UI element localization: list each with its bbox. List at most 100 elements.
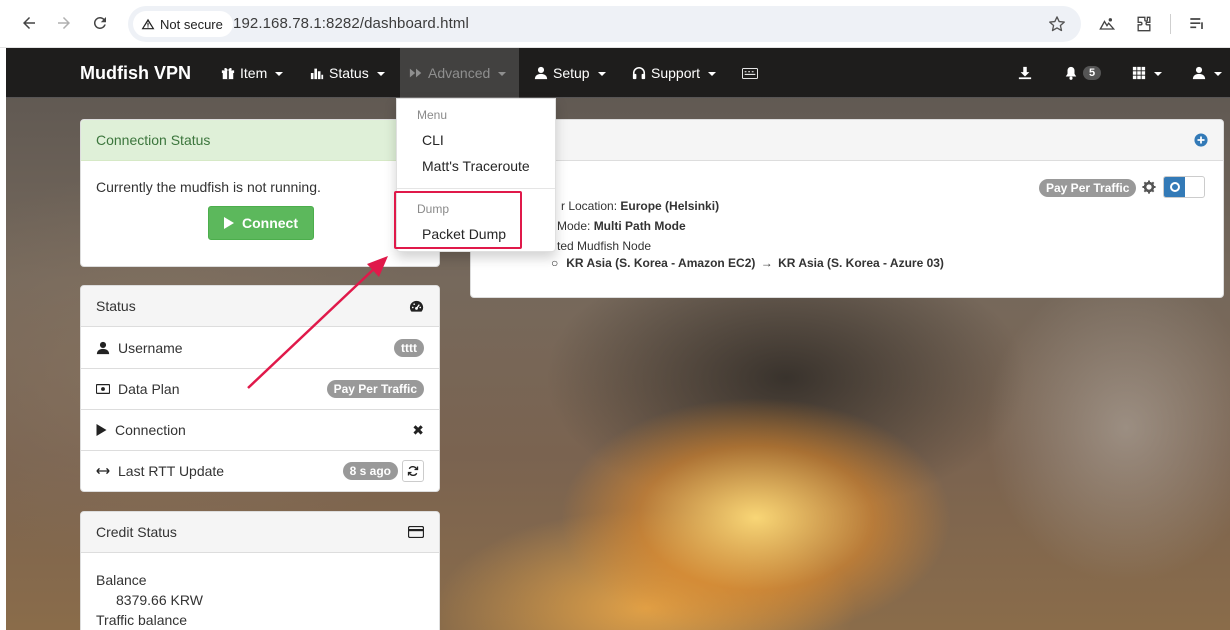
node-to: KR Asia (S. Korea - Azure 03) bbox=[778, 256, 944, 270]
security-chip[interactable]: Not secure bbox=[133, 11, 233, 37]
extensions-puzzle-icon[interactable] bbox=[1133, 13, 1155, 35]
brand-logo[interactable]: Mudfish VPN bbox=[80, 63, 191, 84]
play-icon bbox=[96, 424, 107, 436]
warning-icon bbox=[141, 18, 155, 30]
download-icon bbox=[1018, 66, 1032, 80]
nav-download-button[interactable] bbox=[1010, 48, 1040, 98]
toolbar-separator bbox=[1170, 14, 1171, 34]
route-toggle-switch[interactable] bbox=[1163, 176, 1205, 198]
security-label: Not secure bbox=[160, 16, 223, 32]
address-bar[interactable]: Not secure 192.168.78.1:8282/dashboard.h… bbox=[128, 6, 1081, 42]
status-row-username: Username tttt bbox=[81, 327, 439, 368]
packet-dump-highlight bbox=[394, 191, 522, 249]
gear-icon[interactable] bbox=[1142, 180, 1156, 194]
connect-label: Connect bbox=[242, 215, 298, 231]
status-row-rtt: Last RTT Update 8 s ago bbox=[81, 450, 439, 491]
connection-status-heading: Connection Status bbox=[81, 120, 439, 161]
menu-item-traceroute[interactable]: Matt's Traceroute bbox=[422, 158, 530, 174]
traffic-balance-label: Traffic balance bbox=[96, 612, 188, 628]
node-arrow: → bbox=[760, 256, 773, 270]
plus-circle-icon[interactable] bbox=[1194, 133, 1208, 147]
forward-button[interactable] bbox=[51, 10, 77, 36]
connection-status-panel: Connection Status Currently the mudfish … bbox=[80, 119, 440, 267]
back-button[interactable] bbox=[16, 10, 42, 36]
data-plan-badge: Pay Per Traffic bbox=[326, 380, 424, 398]
notification-count-badge: 5 bbox=[1083, 66, 1102, 80]
nav-item-item[interactable]: Item bbox=[213, 48, 291, 98]
bar-chart-icon bbox=[310, 68, 324, 80]
balance-value: 8379.66 KRW bbox=[116, 592, 203, 608]
menu-item-cli[interactable]: CLI bbox=[422, 132, 444, 148]
route-node-label: ted Mudfish Node bbox=[557, 239, 652, 253]
reload-button[interactable] bbox=[87, 10, 113, 36]
credit-status-panel: Credit Status Balance 8379.66 KRW Traffi… bbox=[80, 511, 440, 630]
dropdown-header-menu: Menu bbox=[417, 108, 448, 122]
route-node-line: ○ KR Asia (S. Korea - Amazon EC2) → KR As… bbox=[551, 256, 944, 270]
refresh-icon bbox=[407, 466, 419, 476]
nav-item-advanced[interactable]: Advanced bbox=[400, 48, 519, 98]
nav-apps-button[interactable] bbox=[1124, 48, 1170, 98]
status-heading: Status bbox=[81, 286, 439, 327]
credit-status-heading: Credit Status bbox=[81, 512, 439, 553]
nav-item-label: Advanced bbox=[428, 65, 491, 81]
list-bullet-icon: ○ bbox=[551, 256, 559, 270]
nav-item-setup[interactable]: Setup bbox=[526, 48, 614, 98]
nav-item-support[interactable]: Support bbox=[624, 48, 724, 98]
toggle-ring-icon bbox=[1169, 182, 1180, 192]
keyboard-icon bbox=[742, 67, 758, 79]
mode-value: Multi Path Mode bbox=[593, 219, 686, 233]
connection-state-icon: ✖ bbox=[412, 421, 424, 438]
route-mode-line: Mode: Multi Path Mode bbox=[557, 219, 686, 233]
headphones-icon bbox=[632, 67, 646, 80]
mode-prefix: Mode: bbox=[557, 219, 594, 233]
caret-down-icon bbox=[708, 72, 717, 76]
arrow-left-icon bbox=[23, 17, 35, 29]
url-text[interactable]: 192.168.78.1:8282/dashboard.html bbox=[233, 15, 469, 32]
play-icon bbox=[224, 217, 234, 229]
browser-toolbar: Not secure 192.168.78.1:8282/dashboard.h… bbox=[0, 0, 1230, 48]
route-location-line: r Location: Europe (Helsinki) bbox=[561, 199, 719, 213]
nav-item-label: Status bbox=[329, 65, 369, 81]
status-row-connection: Connection ✖ bbox=[81, 409, 439, 450]
credit-card-icon bbox=[408, 526, 424, 538]
nav-notifications-button[interactable]: 5 bbox=[1056, 48, 1109, 98]
status-row-data-plan: Data Plan Pay Per Traffic bbox=[81, 368, 439, 409]
caret-down-icon bbox=[597, 72, 606, 76]
user-icon bbox=[1192, 66, 1206, 80]
money-bill-icon bbox=[96, 384, 110, 394]
username-badge: tttt bbox=[394, 338, 424, 357]
arrows-horizontal-icon bbox=[96, 467, 110, 475]
caret-down-icon bbox=[376, 72, 385, 76]
top-navbar: Mudfish VPN Item Status Advanced Setup S… bbox=[6, 48, 1230, 98]
status-panel: Status Username tttt Data Plan Pay Per T… bbox=[80, 285, 440, 492]
nav-account-button[interactable] bbox=[1184, 48, 1230, 98]
location-prefix: r Location: bbox=[561, 199, 621, 213]
gift-icon bbox=[221, 68, 235, 80]
profile-extension-icon[interactable] bbox=[1096, 13, 1118, 35]
reading-list-icon[interactable] bbox=[1186, 13, 1208, 35]
user-icon bbox=[534, 66, 548, 80]
caret-down-icon bbox=[275, 72, 284, 76]
forward-icon bbox=[409, 68, 422, 78]
caret-down-icon bbox=[1154, 72, 1162, 76]
nav-item-status[interactable]: Status bbox=[302, 48, 393, 98]
refresh-rtt-button[interactable] bbox=[402, 460, 424, 482]
node-from: KR Asia (S. Korea - Amazon EC2) bbox=[566, 256, 756, 270]
route-panel-heading bbox=[471, 120, 1223, 161]
panel-title: Credit Status bbox=[96, 524, 177, 540]
route-plan-badge: Pay Per Traffic bbox=[1039, 179, 1137, 197]
toggle-on-knob bbox=[1164, 177, 1185, 197]
rtt-age-badge: 8 s ago bbox=[342, 462, 398, 480]
status-list: Username tttt Data Plan Pay Per Traffic … bbox=[81, 327, 439, 491]
caret-down-icon bbox=[498, 72, 507, 76]
caret-down-icon bbox=[1214, 72, 1222, 76]
connect-button[interactable]: Connect bbox=[208, 206, 314, 240]
dashboard-page: Mudfish VPN Item Status Advanced Setup S… bbox=[6, 48, 1230, 630]
route-panel: ) r Location: Europe (Helsinki) Mode: Mu… bbox=[470, 119, 1224, 298]
nav-keyboard-button[interactable] bbox=[734, 48, 766, 98]
user-icon bbox=[96, 341, 110, 354]
row-label: Username bbox=[118, 339, 183, 356]
bell-icon bbox=[1065, 66, 1077, 80]
bookmark-star-icon[interactable] bbox=[1047, 14, 1067, 34]
panel-title: Connection Status bbox=[96, 132, 211, 148]
